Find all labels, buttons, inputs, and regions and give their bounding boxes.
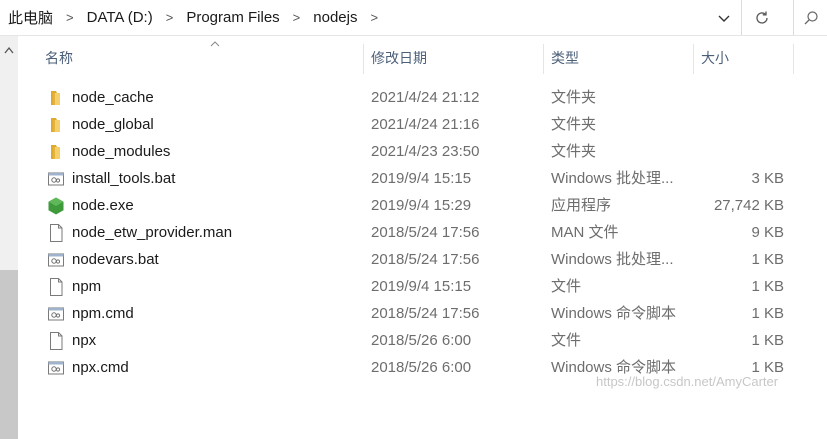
column-header-type[interactable]: 类型 [551, 40, 691, 76]
folder-icon [46, 88, 66, 108]
file-row[interactable]: npm.cmd 2018/5/24 17:56 Windows 命令脚本 1 KB [18, 300, 827, 327]
file-name: npm.cmd [72, 305, 134, 322]
file-modified-date: 2019/9/4 15:29 [371, 197, 472, 214]
file-modified-date: 2018/5/24 17:56 [371, 224, 480, 241]
nav-pane-scrollbar[interactable] [0, 36, 18, 439]
file-size: 1 KB [751, 278, 784, 295]
column-header-date[interactable]: 修改日期 [371, 40, 541, 76]
file-name: node.exe [72, 197, 134, 214]
file-row[interactable]: node_cache 2021/4/24 21:12 文件夹 [18, 84, 827, 111]
file-name: install_tools.bat [72, 170, 176, 187]
file-row[interactable]: npm 2019/9/4 15:15 文件 1 KB [18, 273, 827, 300]
file-type: 应用程序 [551, 197, 612, 214]
file-modified-date: 2021/4/24 21:12 [371, 89, 480, 106]
file-size: 1 KB [751, 332, 784, 349]
file-modified-date: 2018/5/24 17:56 [371, 305, 480, 322]
column-header: 名称 修改日期 类型 大小 [18, 40, 827, 76]
file-name: node_global [72, 116, 154, 133]
column-header-size[interactable]: 大小 [701, 40, 791, 76]
folder-icon [46, 142, 66, 162]
address-history-dropdown[interactable] [707, 0, 741, 35]
scrollbar-thumb[interactable] [0, 270, 18, 439]
column-header-name-label: 名称 [45, 50, 73, 66]
file-name: npx.cmd [72, 359, 129, 376]
file-size [694, 84, 784, 111]
batch-file-icon [46, 250, 66, 270]
file-icon [46, 223, 66, 243]
address-bar: 此电脑 > DATA (D:) > Program Files > nodejs… [0, 0, 827, 36]
file-modified-date: 2021/4/23 23:50 [371, 143, 480, 160]
chevron-down-icon [718, 15, 730, 22]
file-row[interactable]: node_modules 2021/4/23 23:50 文件夹 [18, 138, 827, 165]
chevron-right-icon[interactable]: > [155, 10, 185, 25]
breadcrumb-this-pc[interactable]: 此电脑 [6, 7, 55, 28]
file-row[interactable]: install_tools.bat 2019/9/4 15:15 Windows 批… [18, 165, 827, 192]
file-size [694, 138, 784, 165]
chevron-right-icon[interactable]: > [359, 10, 389, 25]
column-divider[interactable] [793, 44, 794, 74]
batch-file-icon [46, 358, 66, 378]
file-modified-date: 2018/5/26 6:00 [371, 359, 472, 376]
search-icon [804, 10, 818, 24]
file-size: 1 KB [751, 305, 784, 322]
column-header-name[interactable]: 名称 [45, 40, 363, 76]
breadcrumb-nodejs[interactable]: nodejs [311, 9, 359, 26]
file-row[interactable]: node_global 2021/4/24 21:16 文件夹 [18, 111, 827, 138]
file-size: 1 KB [751, 251, 784, 268]
file-modified-date: 2019/9/4 15:15 [371, 170, 472, 187]
refresh-icon [756, 11, 768, 24]
file-modified-date: 2019/9/4 15:15 [371, 278, 472, 295]
file-row[interactable]: node_etw_provider.man 2018/5/24 17:56 MAN … [18, 219, 827, 246]
file-type: Windows 批处理... [551, 170, 674, 187]
column-divider[interactable] [543, 44, 544, 74]
file-row[interactable]: nodevars.bat 2018/5/24 17:56 Windows 批处理..… [18, 246, 827, 273]
file-icon [46, 277, 66, 297]
file-type: Windows 批处理... [551, 251, 674, 268]
scroll-up-arrow-icon[interactable] [4, 46, 14, 54]
file-name: npm [72, 278, 102, 295]
column-header-size-label: 大小 [701, 50, 729, 66]
file-name: npx [72, 332, 97, 349]
file-type: 文件 [551, 278, 582, 295]
search-box[interactable] [794, 0, 827, 35]
file-type: Windows 命令脚本 [551, 305, 677, 322]
file-modified-date: 2018/5/24 17:56 [371, 251, 480, 268]
file-name: node_modules [72, 143, 171, 160]
file-row[interactable]: node.exe 2019/9/4 15:29 应用程序 27,742 KB [18, 192, 827, 219]
batch-file-icon [46, 169, 66, 189]
file-row[interactable]: npx 2018/5/26 6:00 文件 1 KB [18, 327, 827, 354]
file-size: 27,742 KB [713, 197, 784, 214]
file-type: MAN 文件 [551, 224, 619, 241]
file-type: 文件夹 [551, 143, 597, 160]
file-name: nodevars.bat [72, 251, 159, 268]
file-name: node_cache [72, 89, 154, 106]
breadcrumb-data-drive[interactable]: DATA (D:) [85, 9, 155, 26]
breadcrumb-program-files[interactable]: Program Files [184, 9, 281, 26]
file-name: node_etw_provider.man [72, 224, 233, 241]
column-header-date-label: 修改日期 [371, 50, 427, 66]
file-icon [46, 331, 66, 351]
file-modified-date: 2021/4/24 21:16 [371, 116, 480, 133]
column-header-type-label: 类型 [551, 50, 579, 66]
nodejs-hexagon-icon [46, 196, 66, 216]
file-type: 文件夹 [551, 89, 597, 106]
file-size: 3 KB [751, 170, 784, 187]
file-type: 文件夹 [551, 116, 597, 133]
breadcrumb: 此电脑 > DATA (D:) > Program Files > nodejs… [6, 0, 389, 35]
watermark: https://blog.csdn.net/AmyCarter [596, 374, 779, 389]
refresh-button[interactable] [742, 0, 782, 35]
file-modified-date: 2018/5/26 6:00 [371, 332, 472, 349]
file-size: 9 KB [751, 224, 784, 241]
chevron-right-icon[interactable]: > [282, 10, 312, 25]
file-size [694, 111, 784, 138]
batch-file-icon [46, 304, 66, 324]
column-divider[interactable] [693, 44, 694, 74]
column-divider[interactable] [363, 44, 364, 74]
folder-icon [46, 115, 66, 135]
file-type: 文件 [551, 332, 582, 349]
chevron-right-icon[interactable]: > [55, 10, 85, 25]
